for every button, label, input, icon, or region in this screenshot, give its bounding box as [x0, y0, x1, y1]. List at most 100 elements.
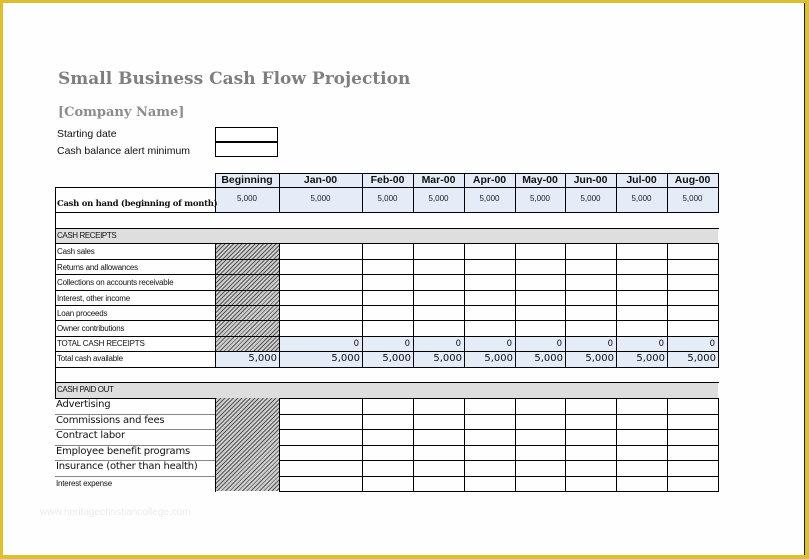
- paid-out-cell[interactable]: [616, 460, 667, 476]
- receipt-cell[interactable]: [362, 305, 413, 320]
- receipt-cell[interactable]: [362, 259, 413, 274]
- receipt-cell[interactable]: [279, 320, 362, 336]
- receipt-cell[interactable]: [279, 290, 362, 305]
- paid-out-cell[interactable]: [413, 476, 464, 491]
- paid-out-cell[interactable]: [362, 414, 413, 429]
- receipt-cell[interactable]: [667, 274, 718, 290]
- receipt-cell[interactable]: [616, 290, 667, 305]
- paid-out-cell[interactable]: [515, 460, 565, 476]
- paid-out-cell[interactable]: [362, 445, 413, 460]
- paid-out-cell[interactable]: [515, 398, 565, 414]
- cash-on-hand-value[interactable]: 5,000: [565, 194, 616, 203]
- paid-out-cell[interactable]: [616, 445, 667, 460]
- receipt-cell[interactable]: [515, 274, 565, 290]
- paid-out-cell[interactable]: [616, 429, 667, 445]
- paid-out-cell[interactable]: [279, 476, 362, 491]
- cash-on-hand-value[interactable]: 5,000: [515, 194, 565, 203]
- receipt-cell[interactable]: [464, 243, 515, 259]
- receipt-cell[interactable]: [515, 290, 565, 305]
- paid-out-cell[interactable]: [464, 460, 515, 476]
- receipt-cell[interactable]: [565, 290, 616, 305]
- paid-out-cell[interactable]: [667, 476, 718, 491]
- starting-date-input[interactable]: [215, 127, 278, 142]
- paid-out-cell[interactable]: [667, 460, 718, 476]
- paid-out-cell[interactable]: [279, 445, 362, 460]
- receipt-cell[interactable]: [667, 305, 718, 320]
- paid-out-cell[interactable]: [279, 414, 362, 429]
- receipt-cell[interactable]: [565, 259, 616, 274]
- paid-out-cell[interactable]: [515, 429, 565, 445]
- cash-on-hand-value[interactable]: 5,000: [215, 194, 279, 203]
- paid-out-cell[interactable]: [616, 476, 667, 491]
- paid-out-cell[interactable]: [362, 460, 413, 476]
- cash-on-hand-value[interactable]: 5,000: [616, 194, 667, 203]
- paid-out-cell[interactable]: [565, 476, 616, 491]
- receipt-cell[interactable]: [413, 290, 464, 305]
- receipt-cell[interactable]: [413, 320, 464, 336]
- cash-on-hand-value[interactable]: 5,000: [667, 194, 718, 203]
- receipt-cell[interactable]: [515, 305, 565, 320]
- paid-out-cell[interactable]: [413, 398, 464, 414]
- paid-out-cell[interactable]: [667, 429, 718, 445]
- receipt-cell[interactable]: [464, 305, 515, 320]
- paid-out-cell[interactable]: [515, 414, 565, 429]
- receipt-cell[interactable]: [279, 259, 362, 274]
- receipt-cell[interactable]: [616, 259, 667, 274]
- receipt-cell[interactable]: [464, 290, 515, 305]
- paid-out-cell[interactable]: [413, 460, 464, 476]
- paid-out-cell[interactable]: [413, 414, 464, 429]
- paid-out-cell[interactable]: [515, 445, 565, 460]
- paid-out-cell[interactable]: [362, 429, 413, 445]
- paid-out-cell[interactable]: [565, 429, 616, 445]
- paid-out-cell[interactable]: [464, 414, 515, 429]
- receipt-cell[interactable]: [279, 305, 362, 320]
- paid-out-cell[interactable]: [362, 398, 413, 414]
- receipt-cell[interactable]: [616, 243, 667, 259]
- paid-out-cell[interactable]: [464, 429, 515, 445]
- receipt-cell[interactable]: [565, 305, 616, 320]
- paid-out-cell[interactable]: [279, 429, 362, 445]
- receipt-cell[interactable]: [565, 243, 616, 259]
- receipt-cell[interactable]: [515, 320, 565, 336]
- receipt-cell[interactable]: [667, 259, 718, 274]
- paid-out-cell[interactable]: [616, 398, 667, 414]
- paid-out-cell[interactable]: [667, 414, 718, 429]
- paid-out-cell[interactable]: [413, 429, 464, 445]
- receipt-cell[interactable]: [464, 274, 515, 290]
- paid-out-cell[interactable]: [279, 460, 362, 476]
- receipt-cell[interactable]: [413, 274, 464, 290]
- receipt-cell[interactable]: [667, 243, 718, 259]
- receipt-cell[interactable]: [565, 320, 616, 336]
- receipt-cell[interactable]: [515, 259, 565, 274]
- receipt-cell[interactable]: [279, 243, 362, 259]
- receipt-cell[interactable]: [667, 290, 718, 305]
- cash-on-hand-value[interactable]: 5,000: [413, 194, 464, 203]
- paid-out-cell[interactable]: [464, 476, 515, 491]
- receipt-cell[interactable]: [362, 243, 413, 259]
- receipt-cell[interactable]: [362, 274, 413, 290]
- receipt-cell[interactable]: [616, 274, 667, 290]
- receipt-cell[interactable]: [515, 243, 565, 259]
- cash-on-hand-value[interactable]: 5,000: [279, 194, 362, 203]
- receipt-cell[interactable]: [413, 305, 464, 320]
- cash-on-hand-value[interactable]: 5,000: [362, 194, 413, 203]
- receipt-cell[interactable]: [464, 259, 515, 274]
- company-name[interactable]: [Company Name]: [58, 105, 184, 120]
- paid-out-cell[interactable]: [565, 445, 616, 460]
- paid-out-cell[interactable]: [667, 398, 718, 414]
- receipt-cell[interactable]: [565, 274, 616, 290]
- paid-out-cell[interactable]: [279, 398, 362, 414]
- paid-out-cell[interactable]: [565, 414, 616, 429]
- paid-out-cell[interactable]: [565, 398, 616, 414]
- paid-out-cell[interactable]: [565, 460, 616, 476]
- receipt-cell[interactable]: [413, 259, 464, 274]
- receipt-cell[interactable]: [362, 320, 413, 336]
- receipt-cell[interactable]: [616, 320, 667, 336]
- paid-out-cell[interactable]: [464, 445, 515, 460]
- alert-minimum-input[interactable]: [215, 142, 278, 157]
- receipt-cell[interactable]: [616, 305, 667, 320]
- paid-out-cell[interactable]: [515, 476, 565, 491]
- paid-out-cell[interactable]: [362, 476, 413, 491]
- receipt-cell[interactable]: [279, 274, 362, 290]
- paid-out-cell[interactable]: [464, 398, 515, 414]
